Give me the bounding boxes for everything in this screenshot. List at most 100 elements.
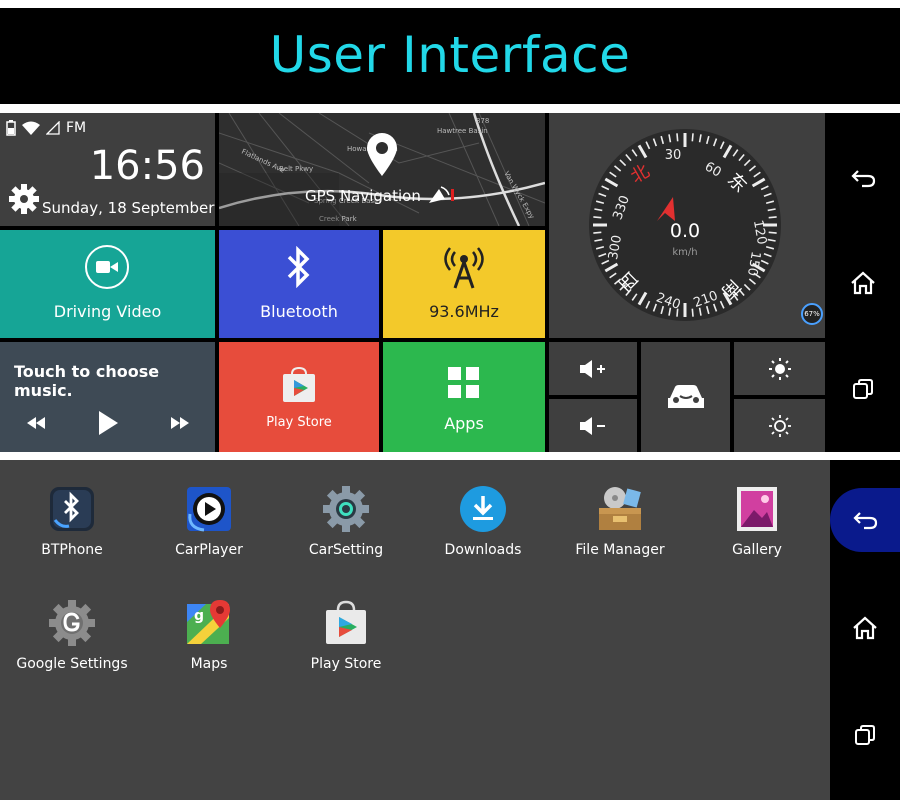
apps-tile[interactable]: Apps (383, 342, 545, 452)
banner: User Interface (0, 0, 900, 104)
app-gallery[interactable]: Gallery (692, 484, 822, 558)
play-store-icon (283, 366, 315, 402)
brightness-low-icon (768, 414, 791, 437)
navigation-bar (830, 460, 900, 800)
map-label: Belt Pkwy (279, 165, 313, 173)
map-label: 878 (476, 117, 489, 125)
svg-text:g: g (194, 608, 204, 624)
fm-frequency-label: 93.6MHz (429, 302, 499, 321)
previous-track-icon[interactable] (26, 416, 46, 430)
volume-up-icon (580, 359, 605, 378)
back-button[interactable] (830, 488, 900, 552)
app-downloads[interactable]: Downloads (418, 484, 548, 558)
tick-label: 30 (665, 148, 682, 163)
back-icon (853, 512, 878, 530)
app-label: File Manager (575, 542, 665, 558)
app-file-manager[interactable]: File Manager (555, 484, 685, 558)
car-mode-button[interactable] (641, 342, 730, 452)
gps-navigation-label: GPS Navigation (305, 187, 421, 205)
home-icon (850, 271, 875, 295)
bluetooth-phone-icon (50, 487, 94, 531)
bluetooth-icon (287, 246, 310, 288)
brightness-high-icon (768, 357, 791, 380)
app-carsetting[interactable]: CarSetting (281, 484, 411, 558)
fm-status-label: FM (66, 120, 87, 136)
volume-down-button[interactable] (549, 399, 637, 452)
car-setting-icon (323, 486, 369, 532)
signal-icon (46, 121, 60, 135)
app-label: CarPlayer (175, 542, 243, 558)
app-drawer: BTPhone CarPlayer CarSetting Downloads F… (0, 460, 830, 800)
gauge-tick (768, 231, 777, 234)
app-label: Downloads (444, 542, 522, 558)
next-track-icon[interactable] (170, 416, 190, 430)
banner-title: User Interface (269, 26, 631, 84)
app-label: CarSetting (308, 542, 384, 558)
status-bar: FM (6, 119, 86, 137)
play-icon[interactable] (97, 410, 119, 436)
speed-value: 0.0 (670, 220, 700, 242)
gauge-tick (593, 216, 602, 219)
location-pin-icon (367, 133, 397, 176)
speedometer-tile[interactable]: 30 60 120 150 210 240 300 330 北 东 南 西 0.… (549, 113, 825, 338)
app-btphone[interactable]: BTPhone (7, 484, 137, 558)
maps-icon: g (187, 600, 230, 644)
gallery-icon (737, 487, 777, 531)
fm-radio-tile[interactable]: 93.6MHz (383, 230, 545, 338)
app-carplayer[interactable]: CarPlayer (144, 484, 274, 558)
battery-badge: 67% (801, 303, 823, 325)
back-icon (850, 170, 875, 188)
app-label: Google Settings (16, 656, 128, 672)
app-label: BTPhone (41, 542, 103, 558)
battery-percent: 67% (804, 310, 820, 318)
home-icon (853, 616, 877, 640)
apps-grid-icon (448, 367, 479, 398)
radio-antenna-icon (444, 247, 484, 289)
app-label: Gallery (732, 542, 782, 558)
play-store-icon (326, 600, 366, 644)
video-camera-icon (85, 245, 129, 289)
play-store-label: Play Store (266, 415, 332, 430)
gauge-tick (768, 216, 777, 219)
car-icon (667, 385, 704, 408)
satellite-icon (429, 186, 454, 203)
bluetooth-label: Bluetooth (260, 302, 338, 321)
play-store-tile[interactable]: Play Store (219, 342, 379, 452)
recent-apps-button[interactable] (830, 705, 900, 765)
speed-unit: km/h (672, 247, 697, 258)
gps-navigation-tile[interactable]: Flatlands Ave Belt Pkwy Howard Beach Spr… (219, 113, 545, 226)
bluetooth-tile[interactable]: Bluetooth (219, 230, 379, 338)
music-prompt-label: Touch to choose music. (14, 362, 160, 400)
google-settings-icon (49, 600, 95, 646)
home-button[interactable] (825, 253, 900, 313)
driving-video-label: Driving Video (53, 302, 162, 321)
app-label: Play Store (310, 656, 382, 672)
app-maps[interactable]: g Maps (144, 598, 274, 672)
clock-date: Sunday, 18 September (42, 199, 215, 217)
brightness-down-button[interactable] (734, 399, 825, 452)
gear-icon[interactable] (8, 183, 40, 215)
car-player-icon (187, 487, 231, 532)
clock-tile[interactable]: FM 16:56 Sunday, 18 September (0, 113, 215, 226)
recent-apps-button[interactable] (825, 359, 900, 419)
file-manager-icon (599, 487, 641, 530)
brightness-up-button[interactable] (734, 342, 825, 395)
volume-up-button[interactable] (549, 342, 637, 395)
speedometer-gauge: 30 60 120 150 210 240 300 330 北 东 南 西 0.… (589, 129, 781, 321)
gauge-tick (691, 308, 694, 317)
app-play-store[interactable]: Play Store (281, 598, 411, 672)
music-tile[interactable]: Touch to choose music. (0, 342, 215, 452)
driving-video-tile[interactable]: Driving Video (0, 230, 215, 338)
clock-time: 16:56 (89, 143, 205, 189)
gauge-tick (691, 133, 694, 142)
app-google-settings[interactable]: Google Settings (7, 598, 137, 672)
home-button[interactable] (830, 598, 900, 658)
map-label: Hawtree Basin (437, 127, 488, 135)
recent-apps-icon (852, 379, 873, 399)
volume-down-icon (580, 416, 605, 435)
gauge-tick (676, 133, 679, 142)
app-drawer-screen: BTPhone CarPlayer CarSetting Downloads F… (0, 460, 900, 800)
back-button[interactable] (825, 148, 900, 208)
apps-label: Apps (444, 414, 484, 433)
wifi-icon (22, 121, 40, 135)
